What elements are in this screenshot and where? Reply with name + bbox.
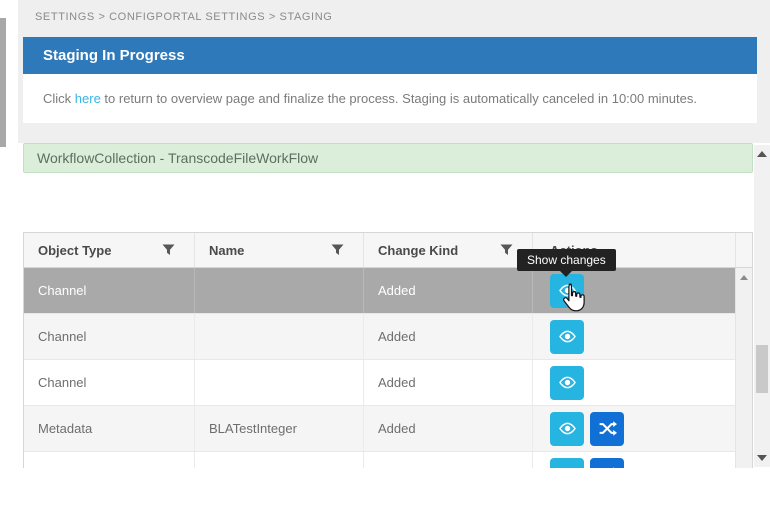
table-row[interactable]: Channel Added <box>24 314 735 360</box>
eye-icon <box>558 419 577 438</box>
cell-object-type: Channel <box>24 360 195 405</box>
eye-icon <box>558 281 577 300</box>
shuffle-icon <box>598 419 617 438</box>
cell-change-kind: Added <box>364 268 533 313</box>
show-changes-button[interactable] <box>550 458 584 469</box>
eye-icon <box>558 373 577 392</box>
table-row[interactable]: Channel Added <box>24 360 735 406</box>
cell-name <box>195 268 364 313</box>
grid-scroll-up-arrow[interactable] <box>740 275 748 280</box>
filter-icon[interactable] <box>331 244 344 256</box>
table-row[interactable]: Channel Added <box>24 268 735 314</box>
show-changes-button[interactable] <box>550 412 584 446</box>
top-panel: SETTINGS > CONFIGPORTAL SETTINGS > STAGI… <box>18 0 770 143</box>
scroll-down-arrow[interactable] <box>757 455 767 461</box>
column-header-name[interactable]: Name <box>195 233 364 267</box>
workflow-collection-banner[interactable]: WorkflowCollection - TranscodeFileWorkFl… <box>23 143 753 173</box>
column-header-label: Name <box>209 243 244 258</box>
merge-button[interactable] <box>590 458 624 469</box>
scroll-up-arrow[interactable] <box>757 151 767 157</box>
cell-actions <box>533 452 735 468</box>
page-title: Staging In Progress <box>43 47 185 64</box>
changes-table: Object Type Name Change Kind Actions <box>23 232 753 468</box>
show-changes-button[interactable] <box>550 320 584 354</box>
cell-object-type: Channel <box>24 268 195 313</box>
staging-page: SETTINGS > CONFIGPORTAL SETTINGS > STAGI… <box>0 0 770 528</box>
table-row[interactable] <box>24 452 735 468</box>
grid-vertical-scrollbar[interactable] <box>735 268 752 468</box>
cell-name <box>195 314 364 359</box>
column-header-object-type[interactable]: Object Type <box>24 233 195 267</box>
cell-object-type: Metadata <box>24 406 195 451</box>
table-body: Channel Added Channel Added Channel Adde… <box>24 268 752 468</box>
cell-actions <box>533 360 735 405</box>
shuffle-icon <box>598 465 617 468</box>
show-changes-button[interactable] <box>550 366 584 400</box>
column-header-change-kind[interactable]: Change Kind <box>364 233 533 267</box>
cell-change-kind: Added <box>364 314 533 359</box>
cell-change-kind <box>364 452 533 468</box>
column-header-label: Change Kind <box>378 243 458 258</box>
show-changes-tooltip: Show changes <box>517 249 616 271</box>
message-text: Click here to return to overview page an… <box>43 91 697 106</box>
page-title-bar: Staging In Progress <box>23 37 757 74</box>
outer-vertical-scrollbar[interactable] <box>754 145 770 467</box>
message-pre: Click <box>43 91 75 106</box>
show-changes-button[interactable] <box>550 274 584 308</box>
table-header: Object Type Name Change Kind Actions <box>24 233 752 268</box>
cell-name <box>195 360 364 405</box>
cell-change-kind: Added <box>364 360 533 405</box>
clipped-left-panel-edge <box>0 18 6 147</box>
message-post: to return to overview page and finalize … <box>101 91 697 106</box>
cell-object-type <box>24 452 195 468</box>
filter-icon[interactable] <box>162 244 175 256</box>
eye-icon <box>558 465 577 468</box>
eye-icon <box>558 327 577 346</box>
here-link[interactable]: here <box>75 91 101 106</box>
filter-icon[interactable] <box>500 244 513 256</box>
breadcrumb[interactable]: SETTINGS > CONFIGPORTAL SETTINGS > STAGI… <box>35 11 332 23</box>
cell-object-type: Channel <box>24 314 195 359</box>
table-row[interactable]: Metadata BLATestInteger Added <box>24 406 735 452</box>
staging-message: Click here to return to overview page an… <box>23 74 757 123</box>
merge-button[interactable] <box>590 412 624 446</box>
cell-name: BLATestInteger <box>195 406 364 451</box>
header-spacer <box>735 233 752 267</box>
cell-actions <box>533 406 735 451</box>
cell-actions <box>533 314 735 359</box>
cell-change-kind: Added <box>364 406 533 451</box>
workflow-collection-label: WorkflowCollection - TranscodeFileWorkFl… <box>37 150 318 166</box>
table-body-rows: Channel Added Channel Added Channel Adde… <box>24 268 735 468</box>
tooltip-text: Show changes <box>527 253 606 267</box>
scroll-thumb[interactable] <box>756 345 768 393</box>
cell-name <box>195 452 364 468</box>
column-header-label: Object Type <box>38 243 111 258</box>
